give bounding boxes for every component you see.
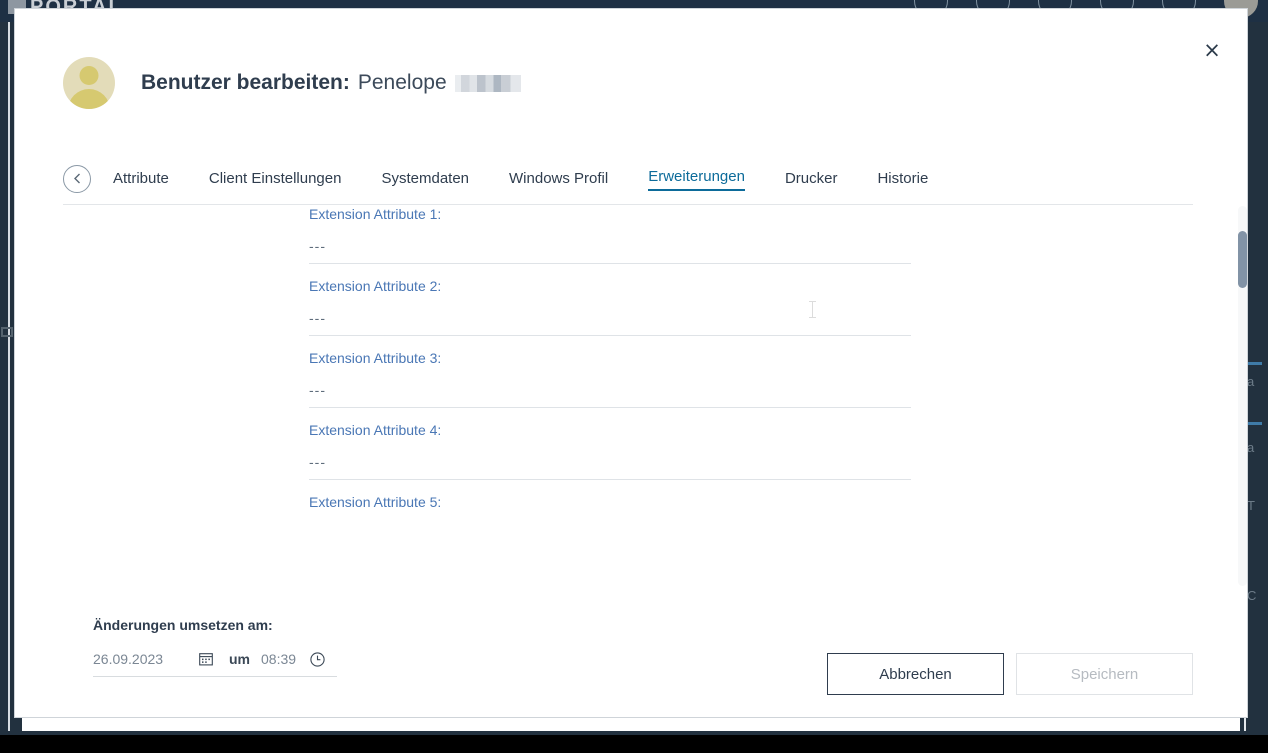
extension-attribute-2-input[interactable]: --- xyxy=(309,310,911,336)
edit-user-modal: × Benutzer bearbeiten: Penelope Attribute… xyxy=(14,8,1248,718)
tab-bar: Attribute Client Einstellungen Systemdat… xyxy=(63,149,1193,205)
extension-attribute-4-input[interactable]: --- xyxy=(309,454,911,480)
sidebar-glyph-icon xyxy=(1,327,13,337)
tab-historie[interactable]: Historie xyxy=(877,170,928,189)
footer-actions: Abbrechen Speichern xyxy=(827,653,1193,695)
tab-windows-profil[interactable]: Windows Profil xyxy=(509,170,608,189)
extension-attribute-fields: Extension Attribute 1: --- Extension Att… xyxy=(309,206,911,526)
scrollbar-thumb[interactable] xyxy=(1238,231,1247,288)
extension-attributes-panel: Extension Attribute 1: --- Extension Att… xyxy=(63,206,1193,586)
cancel-button[interactable]: Abbrechen xyxy=(827,653,1004,695)
form-field: Extension Attribute 3: --- xyxy=(309,350,911,408)
tab-drucker[interactable]: Drucker xyxy=(785,170,838,189)
sidebar-marker-icon xyxy=(1248,422,1262,425)
field-label: Extension Attribute 1: xyxy=(309,206,442,222)
schedule-datetime-picker: 26.09.2023 um 08:39 xyxy=(93,651,337,677)
tab-systemdaten[interactable]: Systemdaten xyxy=(381,170,469,189)
avatar-body xyxy=(68,89,110,109)
field-label: Extension Attribute 3: xyxy=(309,350,442,366)
app-footer-strip xyxy=(0,735,1268,753)
tab-erweiterungen[interactable]: Erweiterungen xyxy=(648,168,745,191)
avatar-head xyxy=(79,66,99,85)
modal-header: Benutzer bearbeiten: Penelope xyxy=(63,57,521,109)
tab-client-einstellungen[interactable]: Client Einstellungen xyxy=(209,170,342,189)
modal-title-text: Benutzer bearbeiten: xyxy=(141,71,350,94)
modal-footer: Änderungen umsetzen am: 26.09.2023 um 08… xyxy=(93,617,1193,707)
field-label: Extension Attribute 2: xyxy=(309,278,442,294)
extension-attribute-1-input[interactable]: --- xyxy=(309,238,911,264)
datetime-separator-label: um xyxy=(229,651,250,667)
user-first-name: Penelope xyxy=(357,71,447,94)
clock-icon[interactable] xyxy=(310,651,325,667)
avatar xyxy=(63,57,115,109)
previous-tabs-button[interactable] xyxy=(63,164,91,193)
tab-attribute[interactable]: Attribute xyxy=(113,170,169,189)
form-field: Extension Attribute 5: xyxy=(309,494,911,510)
form-field: Extension Attribute 4: --- xyxy=(309,422,911,480)
extension-attribute-3-input[interactable]: --- xyxy=(309,382,911,408)
redacted-last-name xyxy=(454,74,521,92)
field-label: Extension Attribute 5: xyxy=(309,494,442,510)
chevron-left-icon xyxy=(73,173,80,184)
form-field: Extension Attribute 2: --- xyxy=(309,278,911,336)
content-scrollbar[interactable] xyxy=(1238,206,1247,586)
calendar-icon[interactable] xyxy=(199,652,213,666)
sidebar-marker-icon xyxy=(1248,362,1262,365)
date-input[interactable]: 26.09.2023 xyxy=(93,651,199,667)
schedule-label: Änderungen umsetzen am: xyxy=(93,617,273,633)
left-sidebar-divider xyxy=(8,22,10,735)
page-title: Benutzer bearbeiten: Penelope xyxy=(141,71,521,95)
time-input[interactable]: 08:39 xyxy=(261,651,296,667)
text-cursor xyxy=(809,301,816,318)
save-button[interactable]: Speichern xyxy=(1016,653,1193,695)
close-icon[interactable]: × xyxy=(1199,37,1225,63)
form-field: Extension Attribute 1: --- xyxy=(309,206,911,264)
field-label: Extension Attribute 4: xyxy=(309,422,442,438)
